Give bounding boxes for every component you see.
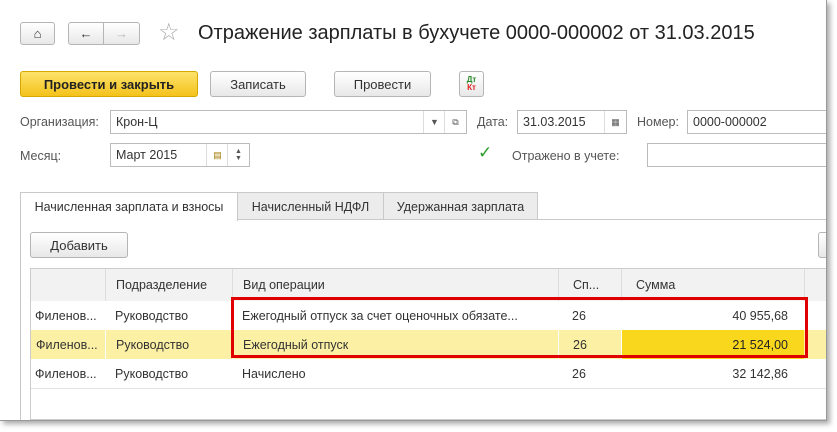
tab-withheld-salary[interactable]: Удержанная зарплата [383, 192, 538, 220]
number-label: Номер: [637, 115, 679, 129]
cell-acc: 26 [572, 366, 586, 381]
reflected-label: Отражено в учете: [512, 149, 620, 163]
open-icon[interactable]: ⧉ [444, 111, 466, 133]
date-value: 31.03.2015 [523, 115, 586, 129]
arrow-right-icon: → [115, 26, 128, 41]
cell-op: Начислено [242, 366, 306, 381]
home-button[interactable]: ⌂ [20, 22, 55, 45]
table-row[interactable]: Филенов... Руководство Начислено 26 32 142,8… [31, 359, 826, 389]
calendar-icon[interactable]: ▦ [604, 111, 626, 133]
cell-dept: Руководство [105, 330, 232, 359]
month-field[interactable]: Март 2015 ▤ ▲ ▼ [110, 143, 250, 167]
highlight-box [231, 297, 808, 358]
cell-dept: Руководство [115, 308, 189, 323]
month-spinner[interactable]: ▲ ▼ [227, 144, 249, 166]
back-button[interactable]: ← [68, 22, 104, 45]
cell-sum: 32 142,86 [732, 366, 788, 381]
date-label: Дата: [477, 115, 509, 129]
cell-fio: Филенов... [25, 330, 99, 359]
cell-fio: Филенов... [35, 308, 97, 323]
forward-button[interactable]: → [103, 22, 140, 45]
header-dept[interactable]: Подразделение [105, 269, 217, 301]
month-value: Март 2015 [116, 148, 178, 162]
add-button[interactable]: Добавить [30, 232, 128, 258]
post-button[interactable]: Провести [334, 71, 431, 97]
cell-fio: Филенов... [35, 366, 97, 381]
month-label: Месяц: [20, 149, 62, 163]
kt-icon: Кт [467, 83, 476, 92]
dt-kt-button[interactable]: Дт Кт [459, 71, 484, 97]
calendar-icon[interactable]: ▤ [206, 144, 228, 166]
arrow-left-icon: ← [79, 26, 93, 41]
post-and-close-button[interactable]: Провести и закрыть [20, 71, 198, 97]
tab-accrued-ndfl[interactable]: Начисленный НДФЛ [237, 192, 384, 220]
tab-accrued-salary[interactable]: Начисленная зарплата и взносы [20, 192, 238, 221]
dropdown-icon[interactable]: ▼ [423, 111, 445, 133]
date-field[interactable]: 31.03.2015 ▦ [517, 110, 627, 134]
page-title: Отражение зарплаты в бухучете 0000-00000… [198, 22, 755, 44]
org-field[interactable]: Крон-Ц ▼ ⧉ [110, 110, 467, 134]
org-label: Организация: [20, 115, 99, 129]
more-button[interactable] [818, 232, 826, 258]
reflected-checkbox[interactable]: ✓ [478, 143, 492, 163]
number-field[interactable]: 0000-000002 [687, 110, 826, 134]
home-icon: ⌂ [33, 26, 42, 41]
save-button[interactable]: Записать [210, 71, 306, 97]
document-window: ⌂ ← → ☆ Отражение зарплаты в бухучете 00… [0, 0, 827, 421]
reflected-field[interactable] [647, 143, 826, 167]
star-icon[interactable]: ☆ [158, 18, 180, 47]
cell-dept: Руководство [115, 366, 189, 381]
number-value: 0000-000002 [693, 115, 767, 129]
org-value: Крон-Ц [116, 115, 158, 129]
